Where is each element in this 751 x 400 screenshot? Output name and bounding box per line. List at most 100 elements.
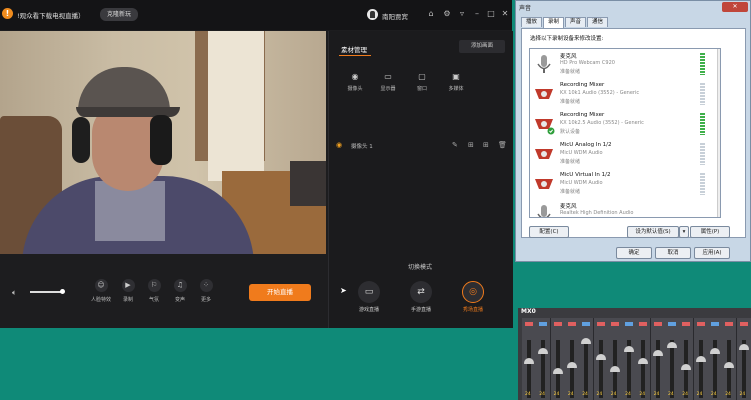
volume-icon[interactable]: 🔈︎ [12,288,17,298]
set-default-dropdown[interactable]: ▾ [679,226,689,238]
properties-button[interactable]: 属性(P) [690,226,730,238]
source-type-window[interactable]: ▢ 窗口 [407,71,437,92]
fader-handle[interactable] [538,348,549,354]
close-icon[interactable]: ✕ [722,2,748,12]
fader-handle[interactable] [624,346,635,352]
source-type-label: 窗口 [416,86,427,92]
home-icon[interactable]: ⌂ [426,9,436,19]
start-live-button[interactable]: 开始直播 [249,284,311,301]
fader-handle[interactable] [638,358,649,364]
warning-icon: ! [2,8,13,19]
mixer-channel[interactable]: 24 [536,318,552,400]
tab-communications[interactable]: 通信 [587,17,609,27]
tab-playback[interactable]: 播放 [521,17,543,27]
mixer-channel[interactable]: 24 [622,318,638,400]
fader-handle[interactable] [609,366,620,372]
device-analog-in[interactable]: MicU Analog In 1/2 MicU WDM Audio 准备就绪 [530,140,708,170]
tool-more[interactable]: ⁘ 更多 [194,279,218,303]
volume-slider-handle[interactable] [60,289,65,294]
device-list-scrollbar[interactable] [717,49,720,217]
fader-track [584,340,589,398]
device-virtual-in[interactable]: MicU Virtual In 1/2 MicU WDM Audio 准备就绪 [530,170,708,200]
set-default-button[interactable]: 设为默认值(S) [627,226,679,238]
mixer-channel[interactable]: 24 [593,318,609,400]
device-list[interactable]: 麦克风 HD Pro Webcam C920 准备就绪 Recording Mi… [529,48,721,218]
fader-handle[interactable] [595,354,606,360]
fader-handle[interactable] [652,350,663,356]
fader-handle[interactable] [709,348,720,354]
mixer-channel[interactable]: 24 [679,318,695,400]
device-status: 准备就绪 [560,99,581,105]
fader-handle[interactable] [524,358,534,364]
mixer-channel[interactable]: 24 [522,318,537,400]
fader-handle[interactable] [695,356,706,362]
mixer-channel[interactable]: 24 [707,318,723,400]
preview-doorway [208,31,264,181]
mode-mobile-live[interactable]: ⇄ 手游直播 [399,281,443,313]
level-meter [700,83,705,105]
source-type-media[interactable]: ▣ 多媒体 [441,71,471,92]
mixer-channel[interactable]: 24 [665,318,680,400]
avatar[interactable] [367,9,378,20]
mixer-channel[interactable]: 24 [693,318,709,400]
cancel-button[interactable]: 取消 [655,247,691,259]
mixer-channel[interactable]: 24 [550,318,566,400]
add-source-button[interactable]: 添加画面 [459,40,505,53]
configure-button[interactable]: 配置(C) [529,226,569,238]
fader-track [727,340,732,398]
apply-button[interactable]: 应用(A) [694,247,730,259]
mixer-channel[interactable]: 24 [722,318,738,400]
camera-preview[interactable] [0,31,326,254]
source-type-camera[interactable]: ◉ 摄像头 [340,71,370,92]
device-driver: MicU WDM Audio [560,150,603,156]
fader-handle[interactable] [581,338,592,344]
minimize-icon[interactable]: – [472,9,482,19]
device-microphone-realtek[interactable]: 麦克风 Realtek High Definition Audio [530,200,708,217]
mixer-channel[interactable]: 24 [579,318,595,400]
add-icon[interactable]: ⊞ [468,141,474,149]
source-item[interactable]: ◉ 摄像头 1 ✎ ⊞ ⊞ 🗑︎ [333,141,509,152]
volume-slider[interactable] [30,291,62,293]
tool-record[interactable]: ▶ 录制 [116,279,140,303]
tab-sounds[interactable]: 声音 [565,17,587,27]
help-button[interactable]: 克隆新玩 [100,8,138,21]
mode-game-live[interactable]: ▭ 游戏直播 [347,281,391,313]
peak-indicator [539,322,548,326]
mixer-channel[interactable]: 24 [636,318,652,400]
settings-icon[interactable]: ⚙ [442,9,452,19]
notice-text: !观众看下载电视直播） [17,12,85,20]
dropdown-icon[interactable]: ▿ [457,9,467,19]
fader-handle[interactable] [738,344,749,350]
mixer-channel[interactable]: 24 [650,318,666,400]
control-bar: 🔈︎ ☺ 人脸特效 ▶ 录制 ⚐ 气氛 ♫ 变声 ⁘ 更多 开始直播 [0,256,326,328]
device-driver: KX 10k1 Audio (3552) - Generic [560,90,640,96]
panel-title[interactable]: 素材管理 [341,44,367,54]
mode-show-live[interactable]: ◎ 秀场直播 [451,281,495,313]
device-microphone-webcam[interactable]: 麦克风 HD Pro Webcam C920 准备就绪 [530,50,708,80]
fader-handle[interactable] [566,362,577,368]
tool-voice-change[interactable]: ♫ 变声 [168,279,192,303]
eye-icon[interactable]: ◉ [336,141,342,149]
tool-face-effect[interactable]: ☺ 人脸特效 [89,279,113,303]
fader-handle[interactable] [724,362,735,368]
device-recording-mixer-2[interactable]: Recording Mixer KX 10k2.5 Audio (3552) -… [530,110,708,140]
username[interactable]: 南阳贾宾 [382,11,408,21]
ok-button[interactable]: 确定 [616,247,652,259]
tool-atmosphere[interactable]: ⚐ 气氛 [142,279,166,303]
mixer-channel[interactable]: 24 [736,318,751,400]
peak-indicator [582,322,591,326]
delete-icon[interactable]: 🗑︎ [498,141,507,149]
source-type-monitor[interactable]: ▭ 显示器 [373,71,403,92]
maximize-icon[interactable]: □ [486,9,496,19]
add-layer-icon[interactable]: ⊞ [483,141,489,149]
edit-icon[interactable]: ✎ [452,141,458,149]
device-recording-mixer-1[interactable]: Recording Mixer KX 10k1 Audio (3552) - G… [530,80,708,110]
fader-handle[interactable] [681,364,692,370]
mixer-channel[interactable]: 24 [607,318,623,400]
tab-recording[interactable]: 录制 [543,17,565,28]
device-name: Recording Mixer [560,82,605,88]
fader-handle[interactable] [552,368,563,374]
fader-handle[interactable] [667,342,677,348]
close-icon[interactable]: ✕ [500,9,510,19]
mixer-channel[interactable]: 24 [564,318,580,400]
